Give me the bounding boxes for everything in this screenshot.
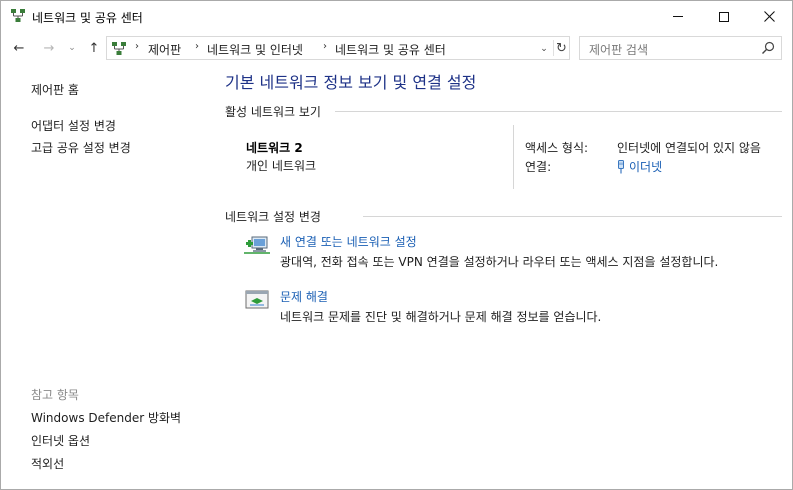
network-name: 네트워크 2 [246,141,303,155]
internet-options-link[interactable]: 인터넷 옵션 [31,432,90,449]
breadcrumb-separator-icon[interactable]: › [135,41,139,52]
breadcrumb-sharing-center[interactable]: 네트워크 및 공유 센터 [335,41,446,58]
window-title: 네트워크 및 공유 센터 [32,11,143,25]
new-connection-description: 광대역, 전화 접속 또는 VPN 연결을 설정하거나 라우터 또는 액세스 지… [280,255,719,269]
access-type-value: 인터넷에 연결되어 있지 않음 [617,141,761,155]
new-connection-icon[interactable] [244,233,270,257]
refresh-button[interactable]: ↻ [553,40,569,56]
control-panel-home-link[interactable]: 제어판 홈 [31,81,79,98]
minimize-button[interactable] [655,1,701,32]
search-icon[interactable] [761,41,775,55]
active-networks-heading: 활성 네트워크 보기 [225,105,321,119]
breadcrumb-network-internet[interactable]: 네트워크 및 인터넷 [207,41,303,58]
advanced-sharing-settings-link[interactable]: 고급 공유 설정 변경 [31,139,131,156]
window: 네트워크 및 공유 센터 ← → ⌄ ↑ › 제어판 › 네트워크 및 인터넷 … [0,0,793,490]
minimize-icon [673,16,683,17]
close-icon [763,11,775,22]
close-button[interactable] [746,1,792,32]
section-divider [335,111,782,112]
navigation-bar: ← → ⌄ ↑ › 제어판 › 네트워크 및 인터넷 › 네트워크 및 공유 센… [1,34,792,62]
maximize-icon [719,11,729,22]
title-bar: 네트워크 및 공유 센터 [1,1,792,32]
back-button[interactable]: ← [9,38,29,58]
network-type: 개인 네트워크 [246,159,317,173]
recent-locations-button[interactable]: ⌄ [65,38,79,58]
section-divider [363,216,782,217]
address-bar[interactable]: › 제어판 › 네트워크 및 인터넷 › 네트워크 및 공유 센터 ⌄ ↻ [106,36,570,60]
vertical-divider [513,125,514,189]
up-button[interactable]: ↑ [85,38,103,58]
infrared-link[interactable]: 적외선 [31,455,64,472]
maximize-button[interactable] [701,1,747,32]
new-connection-link[interactable]: 새 연결 또는 네트워크 설정 [280,233,417,250]
change-settings-heading: 네트워크 설정 변경 [225,210,321,224]
address-dropdown-button[interactable]: ⌄ [537,41,551,57]
change-adapter-settings-link[interactable]: 어댑터 설정 변경 [31,117,116,134]
connections-label: 연결: [525,160,552,174]
control-panel-icon [112,42,126,55]
troubleshoot-description: 네트워크 문제를 진단 및 해결하거나 문제 해결 정보를 얻습니다. [280,310,602,324]
search-input[interactable]: 제어판 검색 [589,41,648,58]
breadcrumb-separator-icon[interactable]: › [323,41,327,52]
breadcrumb-control-panel[interactable]: 제어판 [148,41,181,58]
search-box[interactable]: 제어판 검색 [579,36,782,60]
breadcrumb-separator-icon[interactable]: › [195,41,199,52]
ethernet-plug-icon [618,159,624,173]
troubleshoot-link[interactable]: 문제 해결 [280,288,328,305]
defender-firewall-link[interactable]: Windows Defender 방화벽 [31,409,181,426]
ethernet-connection-label[interactable]: 이더넷 [629,158,662,175]
troubleshoot-icon[interactable] [244,288,270,312]
ethernet-connection-link[interactable]: 이더넷 [617,158,662,175]
page-title: 기본 네트워크 정보 보기 및 연결 설정 [225,73,477,92]
see-also-heading: 참고 항목 [31,388,79,402]
access-type-label: 액세스 형식: [525,141,589,155]
network-center-icon [11,9,25,22]
forward-button[interactable]: → [39,38,59,58]
left-pane: 제어판 홈 어댑터 설정 변경 고급 공유 설정 변경 참고 항목 Window… [1,63,213,489]
